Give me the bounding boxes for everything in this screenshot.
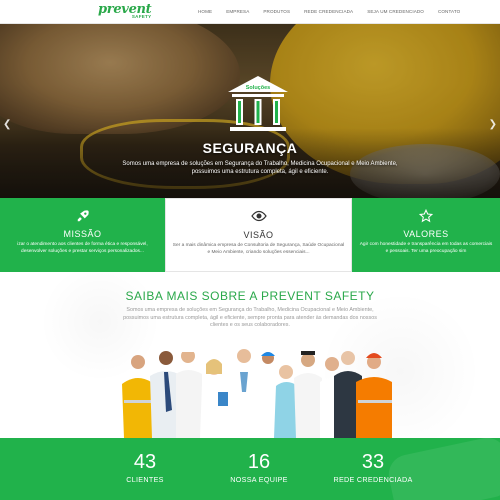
chevron-left-icon: ❮ xyxy=(3,119,12,130)
stat-label: NOSSA EQUIPE xyxy=(230,475,288,484)
stat-label: CLIENTES xyxy=(126,475,164,484)
top-navbar: prevent SAFETY HOME EMPRESA PRODUTOS RED… xyxy=(0,0,500,24)
star-icon xyxy=(352,209,500,223)
stats-section: 43 CLIENTES 16 NOSSA EQUIPE 33 REDE CRED… xyxy=(0,438,500,500)
feature-text-visao: Ser a mais dinâmica empresa de Consultor… xyxy=(172,243,345,255)
stat-value: 16 xyxy=(247,451,271,473)
prevent-safety-logo[interactable]: prevent SAFETY xyxy=(98,3,152,20)
chevron-right-icon: ❯ xyxy=(488,119,497,130)
feature-box-visao[interactable]: VISÃO Ser a mais dinâmica empresa de Con… xyxy=(165,198,352,272)
hero-badge: Soluções xyxy=(246,85,270,91)
slider-next-arrow[interactable]: ❯ xyxy=(489,120,497,130)
feature-title-missao: MISSÃO xyxy=(63,229,102,239)
menu-item-contato[interactable]: CONTATO xyxy=(438,9,460,14)
hero-slider: Soluções SEGURANÇA Somos uma empresa de … xyxy=(0,24,500,198)
feature-box-missao[interactable]: MISSÃO izar o atendimento aos clientes d… xyxy=(0,198,165,272)
about-description: Somos uma empresa de soluções em Seguran… xyxy=(123,307,377,329)
menu-item-rede-credenciada[interactable]: REDE CREDENCIADA xyxy=(304,9,353,14)
feature-text-missao: izar o atendimento aos clientes de forma… xyxy=(17,242,148,254)
stat-value: 33 xyxy=(361,451,385,473)
about-title: SAIBA MAIS SOBRE A PREVENT SAFETY xyxy=(125,289,375,303)
feature-boxes: MISSÃO izar o atendimento aos clientes d… xyxy=(0,198,500,272)
pillars-icon: Soluções xyxy=(228,76,288,131)
feature-box-valores[interactable]: VALORES Agir com honestidade e transparê… xyxy=(352,198,500,272)
menu-item-empresa[interactable]: EMPRESA xyxy=(226,9,249,14)
feature-title-visao: VISÃO xyxy=(243,230,274,240)
menu-item-produtos[interactable]: PRODUTOS xyxy=(263,9,290,14)
rocket-icon xyxy=(0,209,165,223)
stat-nossa-equipe: 16 NOSSA EQUIPE xyxy=(199,452,319,484)
main-menu: HOME EMPRESA PRODUTOS REDE CREDENCIADA S… xyxy=(198,9,474,14)
feature-text-valores: Agir com honestidade e transparência em … xyxy=(359,242,493,254)
feature-title-valores: VALORES xyxy=(403,229,449,239)
team-professionals-image xyxy=(122,348,392,438)
menu-item-seja-um-credenciado[interactable]: SEJA UM CREDENCIADO xyxy=(367,9,424,14)
hero-description: Somos uma empresa de soluções em Seguran… xyxy=(122,161,398,176)
slider-prev-arrow[interactable]: ❮ xyxy=(3,120,11,130)
hero-title: SEGURANÇA xyxy=(202,140,298,156)
stat-label: REDE CREDENCIADA xyxy=(333,475,413,484)
about-section: SAIBA MAIS SOBRE A PREVENT SAFETY Somos … xyxy=(0,272,500,438)
eye-icon xyxy=(166,210,351,224)
stat-clientes: 43 CLIENTES xyxy=(85,452,205,484)
stat-value: 43 xyxy=(133,451,157,473)
menu-item-home[interactable]: HOME xyxy=(198,9,212,14)
stat-rede-credenciada: 33 REDE CREDENCIADA xyxy=(313,452,433,484)
